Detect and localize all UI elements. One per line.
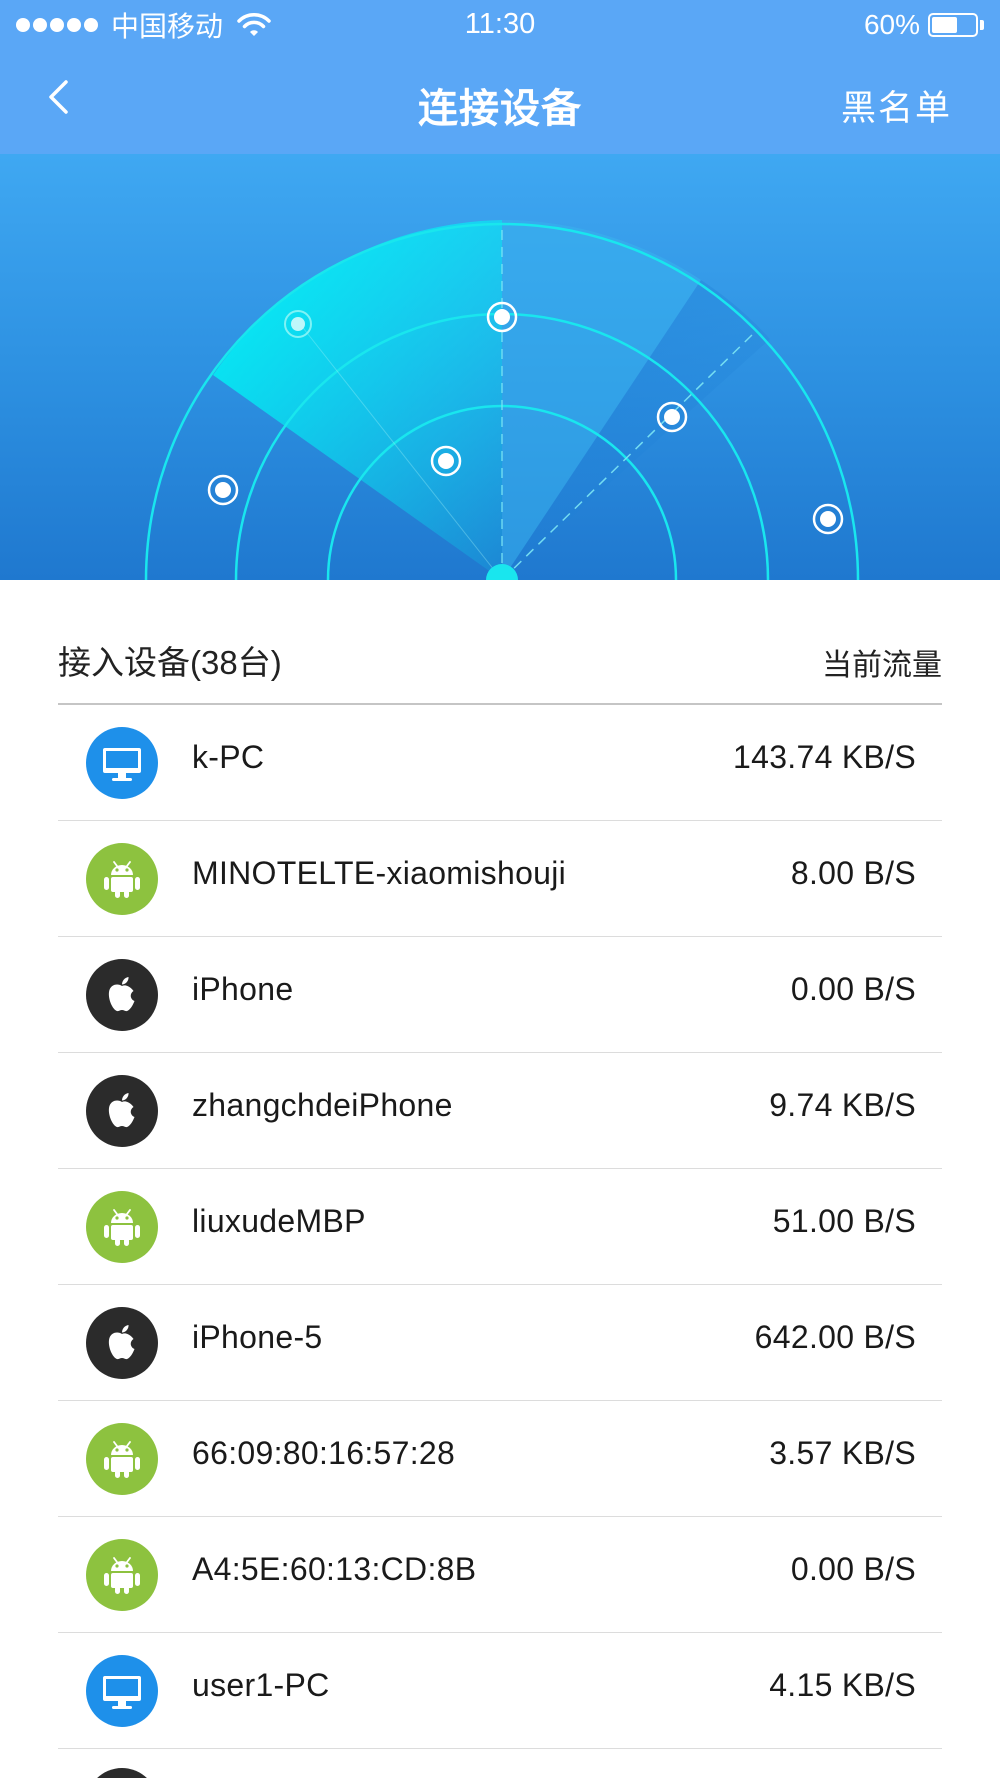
- battery-icon: [928, 13, 978, 37]
- device-name: A4:5E:60:13:CD:8B: [192, 1551, 477, 1587]
- traffic-column-label: 当前流量: [822, 649, 942, 682]
- device-name: 66:09:80:16:57:28: [192, 1435, 456, 1471]
- device-list: k-PC 143.74 KB/S MINOTELTE-xiaomishouji 8.0…: [58, 705, 942, 1749]
- android-icon: [86, 1539, 158, 1611]
- device-count-label: 接入设备(38台): [58, 644, 282, 681]
- device-traffic-rate: 4.15 KB/S: [769, 1667, 916, 1703]
- device-row[interactable]: zhangchdeiPhone 9.74 KB/S: [58, 1053, 942, 1169]
- device-traffic-rate: 642.00 B/S: [754, 1319, 916, 1355]
- device-traffic-rate: 143.74 KB/S: [733, 739, 916, 775]
- device-name: user1-PC: [192, 1667, 330, 1703]
- battery-percent: 60%: [863, 9, 920, 40]
- device-name: k-PC: [192, 739, 265, 775]
- device-row[interactable]: user1-PC 4.15 KB/S: [58, 1633, 942, 1749]
- app-header: 中国移动 11:30 60% 连接设备 黑名单: [0, 0, 1000, 154]
- device-row[interactable]: 66:09:80:16:57:28 3.57 KB/S: [58, 1401, 942, 1517]
- nav-bar: 连接设备 黑名单: [0, 50, 1000, 154]
- device-list-section: 接入设备(38台) 当前流量 k-PC 143.74 KB/S MINOTELTE-…: [0, 580, 1000, 1778]
- device-name: liuxudeMBP: [192, 1203, 366, 1239]
- device-traffic-rate: 0.00 B/S: [790, 971, 916, 1007]
- radar-blip: [812, 503, 844, 535]
- android-icon: [86, 1423, 158, 1495]
- radar-graphic: [144, 220, 860, 580]
- android-icon: [86, 843, 158, 915]
- device-row[interactable]: iPhone 0.00 B/S: [58, 937, 942, 1053]
- device-traffic-rate: 0.00 B/S: [790, 1551, 916, 1587]
- battery-level: [932, 17, 958, 33]
- status-bar: 中国移动 11:30 60%: [0, 0, 1000, 50]
- apple-icon: [86, 1768, 158, 1778]
- status-time: 11:30: [464, 8, 536, 40]
- list-header: 接入设备(38台) 当前流量: [58, 636, 942, 686]
- status-right: 60%: [864, 8, 984, 42]
- device-name: iPhone-5: [192, 1319, 323, 1355]
- device-row[interactable]: k-PC 143.74 KB/S: [58, 705, 942, 821]
- blacklist-button[interactable]: 黑名单: [841, 80, 952, 131]
- apple-icon: [86, 1075, 158, 1147]
- device-traffic-rate: 3.57 KB/S: [769, 1435, 916, 1471]
- monitor-icon: [86, 727, 158, 799]
- device-traffic-rate: 8.00 B/S: [790, 855, 916, 891]
- monitor-icon: [86, 1655, 158, 1727]
- device-name: zhangchdeiPhone: [192, 1087, 453, 1123]
- device-name: iPhone: [192, 971, 294, 1007]
- radar-view: [0, 154, 1000, 580]
- apple-icon: [86, 1307, 158, 1379]
- device-row[interactable]: MINOTELTE-xiaomishouji 8.00 B/S: [58, 821, 942, 937]
- device-row[interactable]: iPhone-5 642.00 B/S: [58, 1285, 942, 1401]
- apple-icon: [86, 959, 158, 1031]
- device-row[interactable]: liuxudeMBP 51.00 B/S: [58, 1169, 942, 1285]
- radar-sweep: [213, 220, 502, 580]
- device-row[interactable]: A4:5E:60:13:CD:8B 0.00 B/S: [58, 1517, 942, 1633]
- battery-cap: [980, 20, 984, 30]
- device-traffic-rate: 9.74 KB/S: [769, 1087, 916, 1123]
- radar-blip: [207, 474, 239, 506]
- device-traffic-rate: 51.00 B/S: [772, 1203, 916, 1239]
- device-name: MINOTELTE-xiaomishouji: [192, 855, 567, 891]
- android-icon: [86, 1191, 158, 1263]
